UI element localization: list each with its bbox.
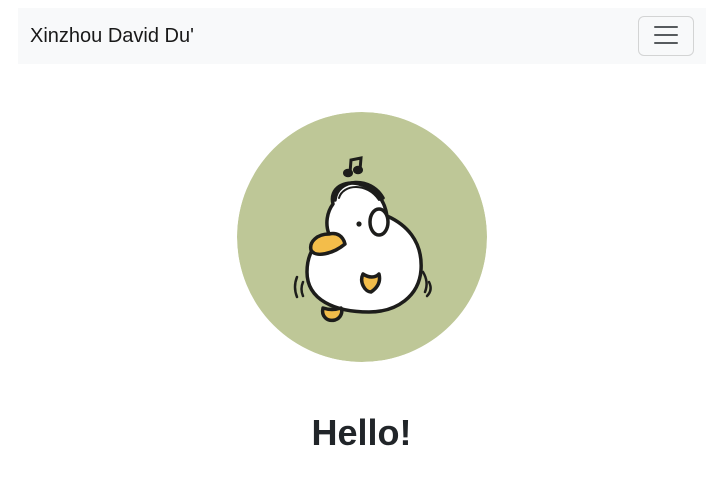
- avatar: [237, 112, 487, 362]
- duck-illustration: [237, 112, 487, 362]
- navbar: Xinzhou David Du': [18, 8, 706, 64]
- navbar-brand[interactable]: Xinzhou David Du': [30, 8, 194, 64]
- page-heading: Hello!: [311, 412, 412, 453]
- navbar-toggler-button[interactable]: [638, 16, 694, 56]
- hamburger-menu-icon: [651, 20, 681, 53]
